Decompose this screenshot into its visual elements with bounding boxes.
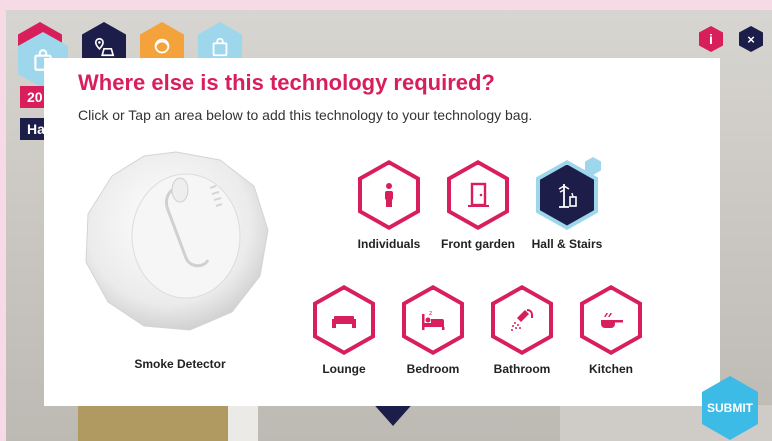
area-label: Hall & Stairs xyxy=(531,237,603,251)
area-hex: z xyxy=(402,285,464,355)
modal-title: Where else is this technology required? xyxy=(78,70,495,95)
area-lounge[interactable]: Lounge xyxy=(296,285,392,376)
area-front-garden[interactable]: Front garden xyxy=(430,160,526,251)
pan-icon xyxy=(601,312,623,328)
area-label: Front garden xyxy=(441,237,515,251)
area-hall-stairs[interactable]: Hall & Stairs xyxy=(519,157,615,251)
bed-icon: z xyxy=(422,310,445,330)
scene-top-strip xyxy=(0,0,772,10)
area-label: Kitchen xyxy=(588,362,633,376)
item-label: Smoke Detector xyxy=(134,357,226,371)
area-hex xyxy=(491,285,553,355)
scene-door xyxy=(78,400,228,441)
area-hex xyxy=(580,285,642,355)
person-head-icon xyxy=(154,38,170,54)
map-pin-icon xyxy=(94,37,115,57)
sofa-icon xyxy=(332,316,356,328)
area-individuals[interactable]: Individuals xyxy=(341,160,437,251)
area-label: Bathroom xyxy=(493,362,551,376)
smoke-detector-image xyxy=(85,151,269,331)
area-hex xyxy=(447,160,509,230)
area-bedroom[interactable]: z Bedroom xyxy=(385,285,481,376)
shopping-bag-icon xyxy=(212,37,228,57)
area-hex xyxy=(313,285,375,355)
scene-left-strip xyxy=(0,10,6,441)
modal-subtitle: Click or Tap an area below to add this t… xyxy=(78,107,533,123)
coat-stand-icon xyxy=(558,184,577,208)
shower-icon xyxy=(511,309,533,331)
door-icon xyxy=(468,182,489,207)
area-label: Bedroom xyxy=(406,362,460,376)
area-label: Individuals xyxy=(357,237,421,251)
svg-text:z: z xyxy=(429,310,432,317)
area-bathroom[interactable]: Bathroom xyxy=(474,285,570,376)
area-hex xyxy=(358,160,420,230)
technology-modal: Where else is this technology required? … xyxy=(44,58,720,406)
area-kitchen[interactable]: Kitchen xyxy=(563,285,659,376)
person-icon xyxy=(385,183,393,207)
area-label: Lounge xyxy=(322,362,366,376)
